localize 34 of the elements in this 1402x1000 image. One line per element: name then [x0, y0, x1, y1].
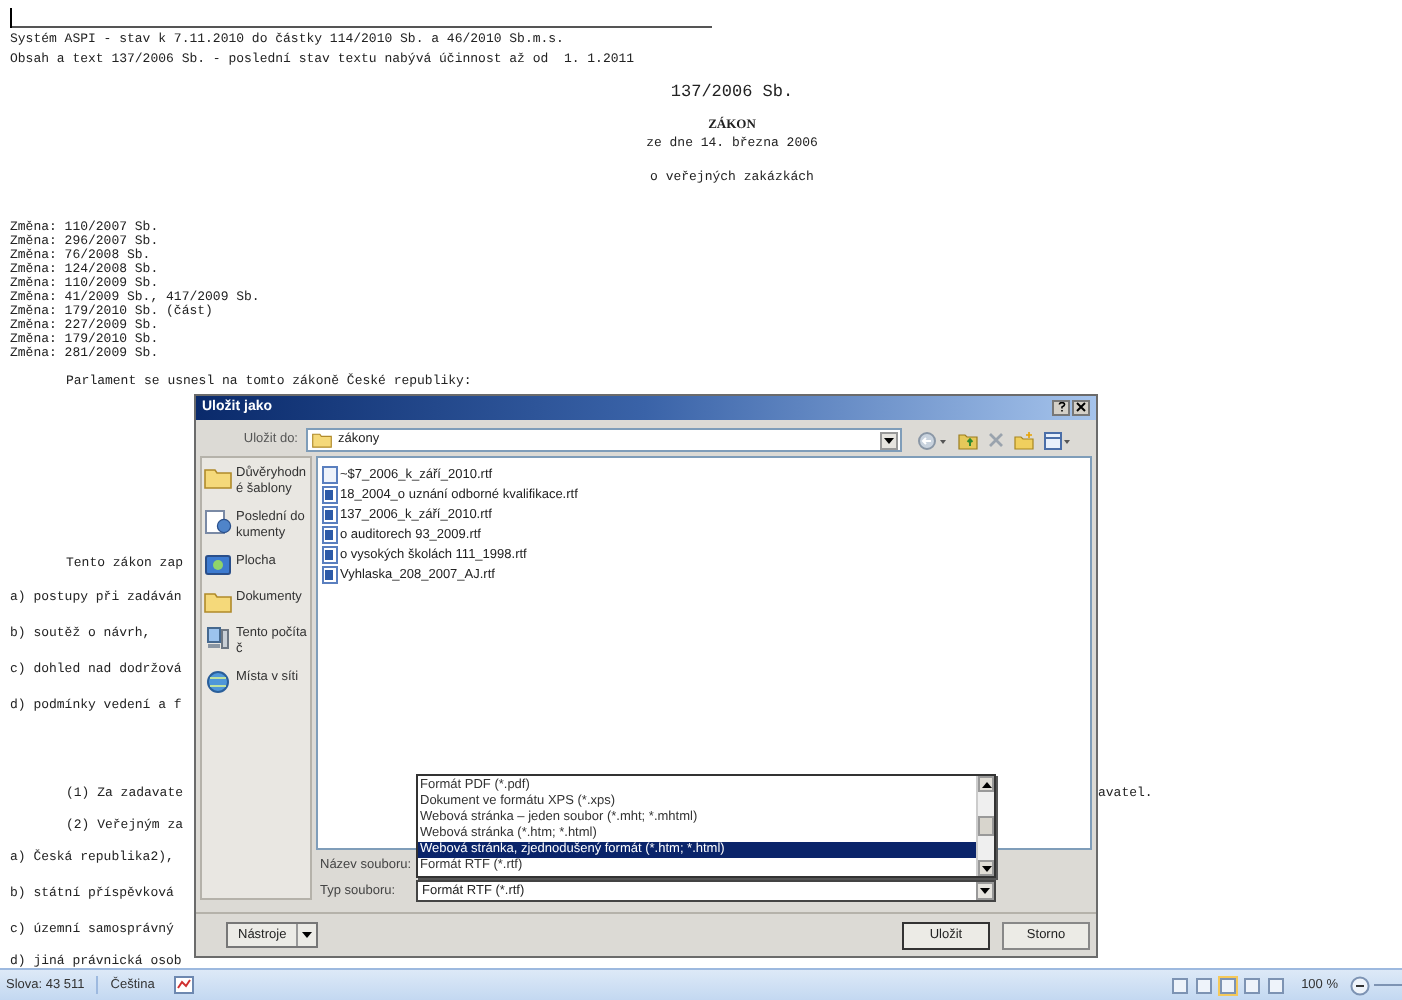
zoom-out-icon[interactable]	[1350, 975, 1370, 995]
dropdown-arrow-button[interactable]	[976, 881, 994, 900]
folder-icon	[204, 466, 232, 491]
view-mode-icon[interactable]	[1217, 975, 1238, 995]
desktop-icon	[204, 554, 232, 579]
close-icon	[1076, 402, 1086, 413]
view-mode-icon[interactable]	[1193, 975, 1214, 995]
text-cursor	[10, 8, 12, 28]
view-mode-icon[interactable]	[1265, 975, 1286, 995]
view-mode-icon[interactable]	[1169, 975, 1190, 995]
views-icon[interactable]	[1044, 431, 1070, 450]
document-clock-icon	[204, 510, 232, 535]
question-mark-icon	[1057, 402, 1065, 413]
new-folder-icon[interactable]	[1014, 431, 1034, 450]
folder-icon	[312, 432, 332, 449]
caret-icon	[302, 932, 313, 939]
close-button[interactable]	[1072, 399, 1090, 416]
computer-icon	[204, 626, 232, 651]
globe-icon	[204, 670, 232, 695]
proofing-icon[interactable]	[174, 976, 195, 994]
scroll-up-icon	[981, 781, 991, 788]
help-button[interactable]	[1052, 399, 1070, 416]
law-number: 137/2006 Sb.	[670, 82, 794, 102]
scroll-down-icon	[981, 865, 991, 872]
scrollbar[interactable]	[976, 776, 994, 877]
scrollbar-thumb[interactable]	[978, 816, 994, 837]
view-mode-icon[interactable]	[1241, 975, 1262, 995]
back-arrow-icon[interactable]	[918, 431, 948, 450]
delete-icon[interactable]	[988, 432, 1004, 449]
up-folder-icon[interactable]	[958, 431, 978, 450]
caret-icon	[980, 887, 990, 894]
folder-icon	[204, 590, 232, 615]
caret-icon	[884, 437, 894, 444]
dropdown-arrow-button[interactable]	[880, 431, 898, 450]
